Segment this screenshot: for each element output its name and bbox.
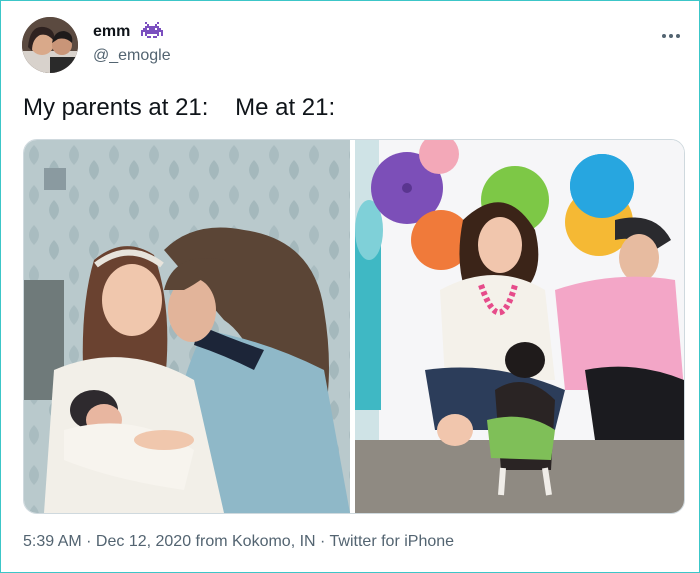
tweet-source[interactable]: Twitter for iPhone <box>330 533 455 550</box>
tweet-card: emm @_emogle My parents at 21: Me at 21: <box>0 0 700 573</box>
timestamp[interactable]: 5:39 AM · Dec 12, 2020 <box>23 533 191 550</box>
space-invader-icon <box>141 22 163 38</box>
photo-me[interactable] <box>355 140 684 513</box>
display-name[interactable]: emm <box>93 23 130 41</box>
location[interactable]: from Kokomo, IN <box>191 533 316 550</box>
photo-parents[interactable] <box>24 140 350 513</box>
tweet-meta: 5:39 AM · Dec 12, 2020 from Kokomo, IN ·… <box>23 533 454 551</box>
tweet-text: My parents at 21: Me at 21: <box>23 94 336 121</box>
avatar-image <box>22 17 78 73</box>
tweet-media[interactable] <box>23 139 685 514</box>
more-icon[interactable] <box>661 23 681 44</box>
meta-separator: · <box>315 533 330 550</box>
more-icon-glyph <box>662 34 680 38</box>
user-handle[interactable]: @_emogle <box>93 47 171 65</box>
avatar[interactable] <box>22 17 78 73</box>
